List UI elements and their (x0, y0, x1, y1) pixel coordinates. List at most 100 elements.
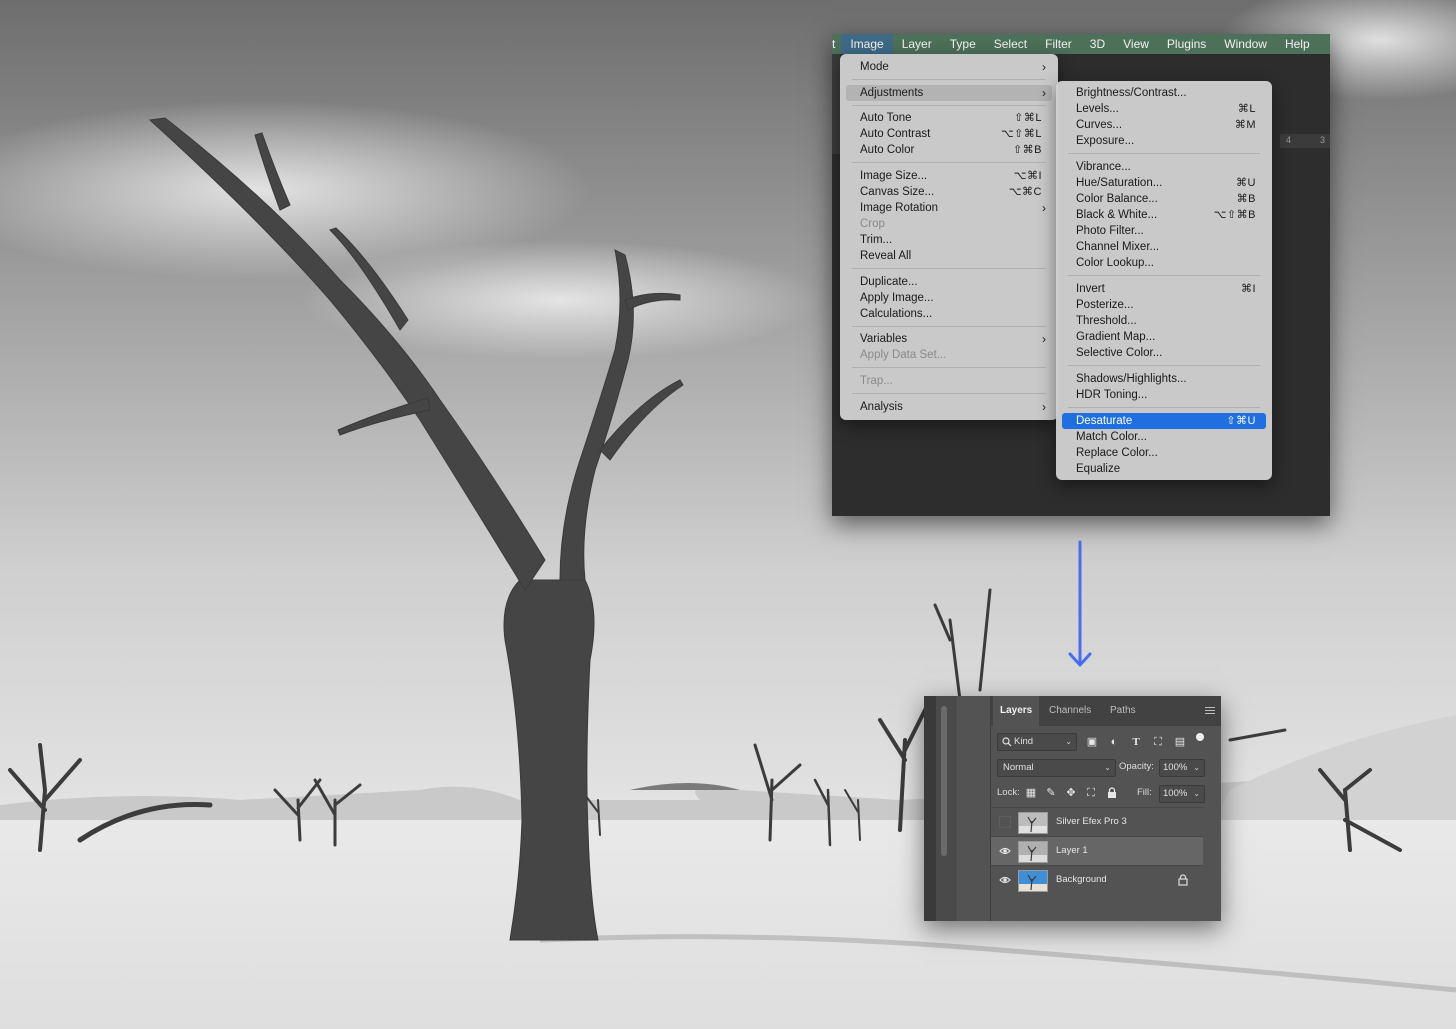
image-menu: Mode › Adjustments › Auto Tone ⇧⌘L Auto Con… (840, 54, 1058, 420)
layer-row-layer-1[interactable]: Layer 1 (991, 837, 1203, 865)
menubar-item-window[interactable]: Window (1215, 34, 1276, 54)
menu-item-canvas-size[interactable]: Canvas Size... ⌥⌘C (846, 184, 1052, 200)
menu-item-auto-contrast[interactable]: Auto Contrast ⌥⇧⌘L (846, 126, 1052, 142)
ruler-mark: 4 (1286, 135, 1292, 145)
image-filter-icon[interactable]: ▣ (1086, 736, 1098, 748)
menu-item-reveal-all[interactable]: Reveal All (846, 248, 1052, 264)
menu-item-desaturate[interactable]: Desaturate ⇧⌘U (1062, 413, 1266, 429)
menu-item-match-color[interactable]: Match Color... (1062, 429, 1266, 445)
filter-kind-label: Kind (1014, 736, 1034, 747)
ruler-mark: 3 (1320, 135, 1326, 145)
menubar-item-plugins[interactable]: Plugins (1158, 34, 1215, 54)
menubar-item-layer[interactable]: Layer (893, 34, 941, 54)
lock-transparent-icon[interactable]: ▦ (1025, 787, 1037, 799)
submenu-arrow-icon: › (1042, 400, 1046, 414)
eye-icon[interactable] (999, 845, 1011, 857)
menu-item-calculations[interactable]: Calculations... (846, 306, 1052, 322)
tab-layers[interactable]: Layers (993, 696, 1040, 726)
lock-position-icon[interactable]: ✥ (1065, 787, 1077, 799)
lock-label: Lock: (997, 787, 1020, 798)
menu-item-variables[interactable]: Variables › (846, 331, 1052, 347)
layer-name: Layer 1 (1056, 845, 1088, 856)
menu-separator (1068, 407, 1260, 408)
type-filter-icon[interactable]: T (1130, 736, 1142, 748)
menubar-item-type[interactable]: Type (941, 34, 985, 54)
menu-item-image-size[interactable]: Image Size... ⌥⌘I (846, 168, 1052, 184)
fill-input[interactable]: 100% ⌄ (1159, 785, 1205, 803)
layer-thumbnail (1018, 841, 1048, 863)
menu-separator (852, 326, 1046, 327)
menu-item-color-balance[interactable]: Color Balance... ⌘B (1062, 191, 1266, 207)
menu-separator (1068, 153, 1260, 154)
down-arrow-icon (1068, 540, 1092, 667)
menu-item-hue-saturation[interactable]: Hue/Saturation... ⌘U (1062, 175, 1266, 191)
menu-item-replace-color[interactable]: Replace Color... (1062, 445, 1266, 461)
menu-item-color-lookup[interactable]: Color Lookup... (1062, 255, 1266, 271)
menubar-item-3d[interactable]: 3D (1081, 34, 1114, 54)
menu-item-invert[interactable]: Invert ⌘I (1062, 281, 1266, 297)
menu-item-posterize[interactable]: Posterize... (1062, 297, 1266, 313)
menubar-item-image[interactable]: Image (841, 34, 893, 54)
filter-toggle-icon[interactable] (1196, 733, 1204, 741)
menubar-item-view[interactable]: View (1114, 34, 1158, 54)
menu-item-adjustments[interactable]: Adjustments › (846, 85, 1052, 101)
menu-item-duplicate[interactable]: Duplicate... (846, 274, 1052, 290)
menu-item-hdr-toning[interactable]: HDR Toning... (1062, 387, 1266, 403)
panel-scrollbar[interactable] (941, 706, 947, 856)
shape-filter-icon[interactable]: ⛶ (1152, 736, 1164, 748)
menu-item-curves[interactable]: Curves... ⌘M (1062, 117, 1266, 133)
eye-icon[interactable] (999, 874, 1011, 886)
menu-separator (852, 79, 1046, 80)
menu-item-brightness-contrast[interactable]: Brightness/Contrast... (1062, 85, 1266, 101)
menu-item-vibrance[interactable]: Vibrance... (1062, 159, 1266, 175)
filter-kind-select[interactable]: Kind ⌄ (997, 733, 1077, 751)
menu-item-shadows-highlights[interactable]: Shadows/Highlights... (1062, 371, 1266, 387)
panel-menu-icon[interactable] (1205, 707, 1215, 715)
menu-item-auto-color[interactable]: Auto Color ⇧⌘B (846, 142, 1052, 158)
menubar-item-cut[interactable]: t (832, 34, 841, 54)
menu-item-apply-image[interactable]: Apply Image... (846, 290, 1052, 306)
menu-item-analysis[interactable]: Analysis › (846, 399, 1052, 415)
layer-row-silver-efex[interactable]: Silver Efex Pro 3 (991, 808, 1203, 836)
chevron-down-icon: ⌄ (1065, 737, 1072, 746)
menu-item-exposure[interactable]: Exposure... (1062, 133, 1266, 149)
blend-mode-select[interactable]: Normal ⌄ (997, 759, 1116, 777)
ruler: 4 3 (1280, 134, 1330, 148)
tab-channels[interactable]: Channels (1042, 696, 1098, 726)
menu-separator (852, 105, 1046, 106)
adjustment-filter-icon[interactable]: ◐ (1108, 736, 1120, 748)
smart-object-filter-icon[interactable]: ▤ (1174, 736, 1186, 748)
menu-item-apply-data-set: Apply Data Set... (860, 349, 947, 361)
menu-item-auto-tone[interactable]: Auto Tone ⇧⌘L (846, 110, 1052, 126)
menu-item-crop: Crop (860, 218, 885, 230)
opacity-value: 100% (1163, 762, 1188, 773)
submenu-arrow-icon: › (1042, 60, 1046, 74)
submenu-arrow-icon: › (1042, 332, 1046, 346)
menu-item-image-rotation[interactable]: Image Rotation › (846, 200, 1052, 216)
menu-item-photo-filter[interactable]: Photo Filter... (1062, 223, 1266, 239)
menu-separator (852, 162, 1046, 163)
lock-artboard-icon[interactable]: ⛶ (1085, 787, 1097, 799)
layers-panel: Layers Channels Paths Kind ⌄ ▣ ◐ T ⛶ ▤ N… (924, 696, 1221, 921)
menubar-item-help[interactable]: Help (1276, 34, 1319, 54)
menu-item-mode[interactable]: Mode › (846, 59, 1052, 75)
visibility-off-icon[interactable] (999, 816, 1011, 828)
lock-all-icon[interactable] (1107, 787, 1117, 799)
opacity-input[interactable]: 100% ⌄ (1159, 759, 1205, 777)
menu-item-levels[interactable]: Levels... ⌘L (1062, 101, 1266, 117)
menu-bar: t Image Layer Type Select Filter 3D View… (832, 34, 1330, 54)
fill-label: Fill: (1137, 787, 1152, 798)
menubar-item-filter[interactable]: Filter (1036, 34, 1081, 54)
menu-item-equalize[interactable]: Equalize (1062, 461, 1266, 477)
menu-item-black-white[interactable]: Black & White... ⌥⇧⌘B (1062, 207, 1266, 223)
menubar-item-select[interactable]: Select (985, 34, 1036, 54)
menu-item-gradient-map[interactable]: Gradient Map... (1062, 329, 1266, 345)
tab-paths[interactable]: Paths (1103, 696, 1143, 726)
lock-brush-icon[interactable]: ✎ (1045, 787, 1057, 799)
menu-item-channel-mixer[interactable]: Channel Mixer... (1062, 239, 1266, 255)
panel-tabs: Layers Channels Paths (991, 696, 1221, 726)
menu-item-threshold[interactable]: Threshold... (1062, 313, 1266, 329)
layer-row-background[interactable]: Background (991, 866, 1203, 894)
menu-item-trim[interactable]: Trim... (846, 232, 1052, 248)
menu-item-selective-color[interactable]: Selective Color... (1062, 345, 1266, 361)
